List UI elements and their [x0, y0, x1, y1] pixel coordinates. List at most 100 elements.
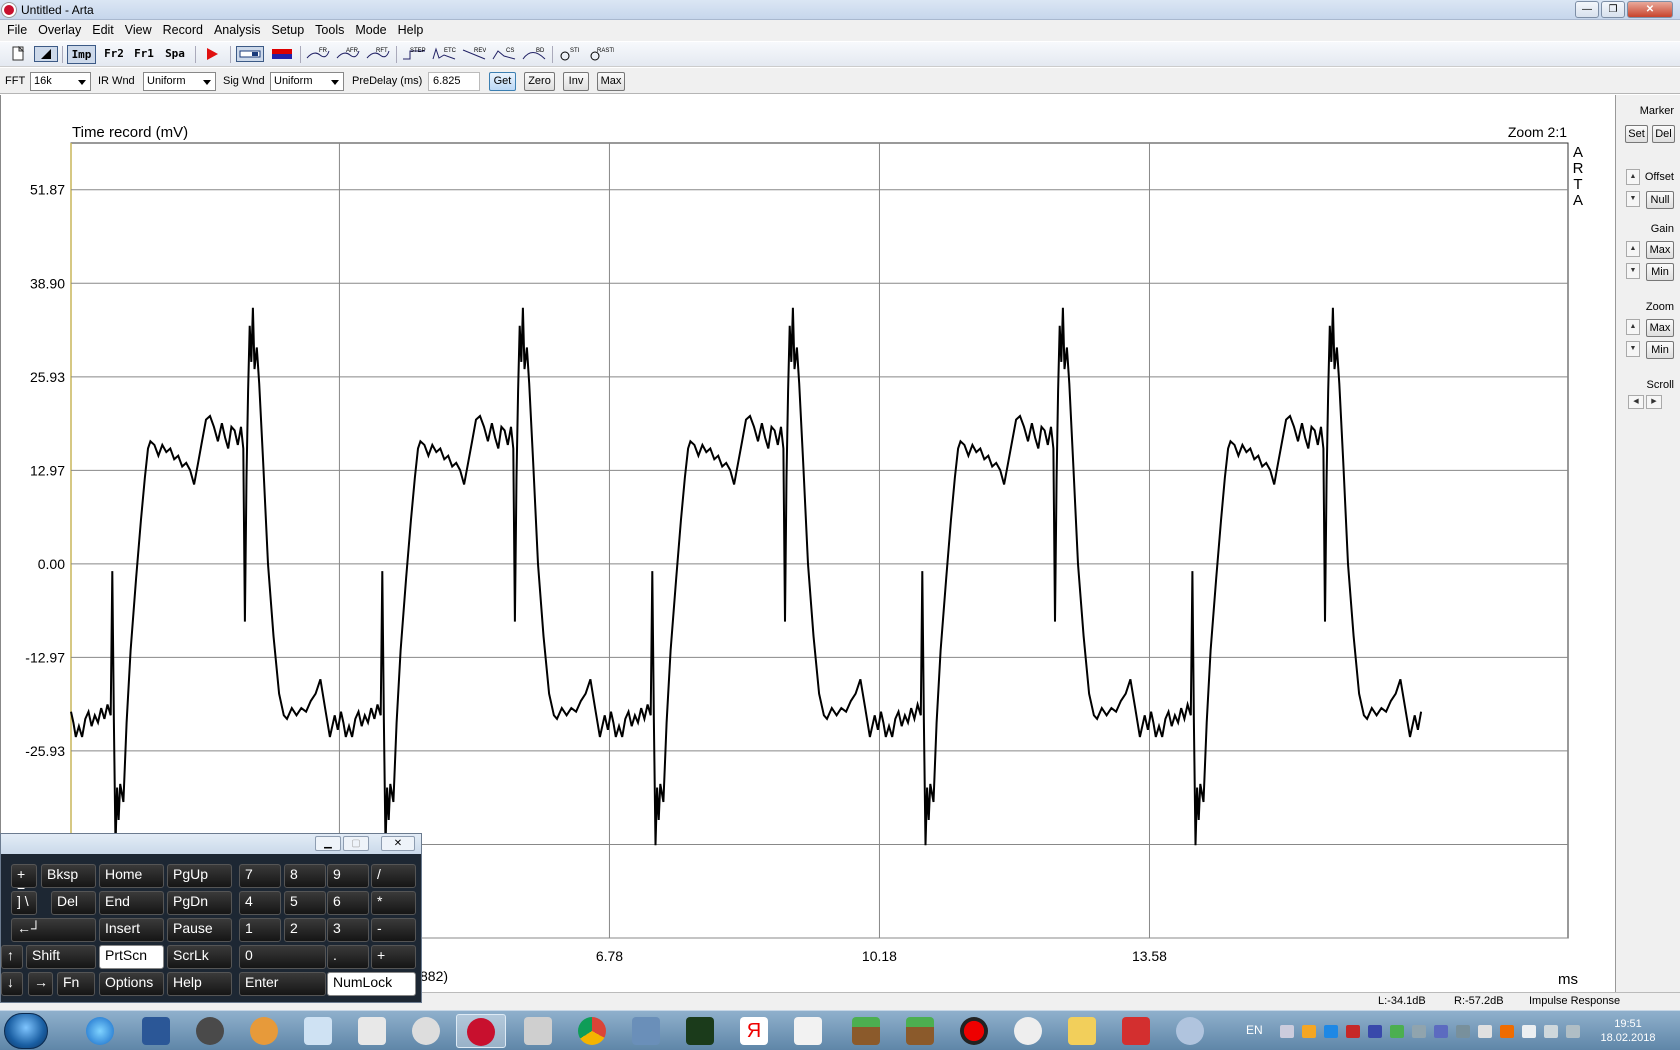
menu-setup[interactable]: Setup — [265, 20, 309, 37]
osk-key[interactable]: * — [371, 891, 416, 915]
osk-key[interactable]: 6 — [327, 891, 369, 915]
ir-wnd-select[interactable]: Uniform — [143, 72, 216, 91]
osk-key[interactable]: Home — [99, 864, 164, 888]
inv-button[interactable]: Inv — [563, 72, 589, 91]
osk-key[interactable]: 0 — [239, 945, 326, 969]
osk-minimize-button[interactable]: ▁ — [315, 836, 341, 851]
gain-down-icon[interactable]: ▼ — [1626, 263, 1640, 279]
osk-key[interactable]: 8 — [284, 864, 326, 888]
volume-icon[interactable] — [1522, 1025, 1536, 1038]
offset-null-button[interactable]: Null — [1646, 191, 1674, 209]
record-play-icon[interactable] — [202, 46, 226, 62]
generator-icon[interactable] — [236, 46, 264, 62]
osk-key[interactable]: 7 — [239, 864, 281, 888]
yandex-icon[interactable]: Я — [730, 1014, 780, 1048]
app-icon-arrow[interactable] — [1112, 1014, 1162, 1048]
osk-key[interactable]: Fn — [57, 972, 95, 996]
input-level-icon[interactable] — [270, 46, 294, 62]
osk-key[interactable]: Del — [51, 891, 96, 915]
menu-help[interactable]: Help — [391, 20, 428, 37]
osk-key[interactable]: 4 — [239, 891, 281, 915]
tray-icon-11[interactable] — [1500, 1025, 1514, 1038]
get-button[interactable]: Get — [489, 72, 516, 91]
rft-icon[interactable]: RFT — [366, 46, 390, 62]
cs-icon[interactable]: CS — [492, 46, 516, 62]
menu-record[interactable]: Record — [156, 20, 207, 37]
osk-key[interactable]: NumLock — [327, 972, 416, 996]
osk-key[interactable]: PgUp — [167, 864, 232, 888]
rev-icon[interactable]: REV — [462, 46, 486, 62]
scope-icon[interactable] — [676, 1014, 726, 1048]
osk-key[interactable]: 2 — [284, 918, 326, 942]
bd-icon[interactable]: BD — [522, 46, 546, 62]
osk-key[interactable]: ScrLk — [167, 945, 232, 969]
bluetooth-icon[interactable] — [1324, 1025, 1338, 1038]
app-icon-7[interactable] — [402, 1014, 452, 1048]
minimize-button[interactable]: — — [1575, 1, 1599, 18]
charmap-icon[interactable] — [514, 1014, 564, 1048]
zoom-up-icon[interactable]: ▲ — [1626, 319, 1640, 335]
osk-close-button[interactable]: ✕ — [381, 836, 415, 851]
sti-icon[interactable]: STI — [558, 46, 582, 62]
gain-up-icon[interactable]: ▲ — [1626, 241, 1640, 257]
zoom-min-button[interactable]: Min — [1646, 341, 1674, 359]
zoom-down-icon[interactable]: ▼ — [1626, 341, 1640, 357]
tray-icon-9[interactable] — [1456, 1025, 1470, 1038]
gain-min-button[interactable]: Min — [1646, 263, 1674, 281]
tray-icon-10[interactable] — [1478, 1025, 1492, 1038]
osk-key[interactable]: ↑ — [1, 945, 23, 969]
tray-icon-1[interactable] — [1280, 1025, 1294, 1038]
osk-key[interactable]: 5 — [284, 891, 326, 915]
menu-overlay[interactable]: Overlay — [31, 20, 85, 37]
tray-icon-2[interactable] — [1302, 1025, 1316, 1038]
etc-icon[interactable]: ETC — [432, 46, 457, 62]
osk-key[interactable]: ←┘ — [11, 918, 96, 942]
recorder-icon[interactable] — [950, 1014, 1000, 1048]
language-indicator[interactable]: EN — [1246, 1023, 1263, 1037]
osk-key[interactable]: PrtScn — [99, 945, 164, 969]
arta-taskbar-icon[interactable] — [456, 1014, 506, 1048]
maximize-button[interactable]: ❐ — [1601, 1, 1625, 18]
app-icon-6[interactable] — [348, 1014, 398, 1048]
fr-icon[interactable]: FR — [306, 46, 330, 62]
mode-fr2-button[interactable]: Fr2 — [100, 45, 128, 64]
on-screen-keyboard[interactable]: ▁ ▢ ✕ + = Bksp Home PgUp 7 8 9/] \ Del End PgDn 4 5… — [0, 833, 422, 1003]
minecraft-icon-2[interactable] — [896, 1014, 946, 1048]
offset-down-icon[interactable]: ▼ — [1626, 191, 1640, 207]
osk-key[interactable]: Help — [167, 972, 232, 996]
scroll-right-icon[interactable]: ▶ — [1646, 395, 1662, 409]
start-button[interactable] — [4, 1013, 48, 1049]
menu-view[interactable]: View — [118, 20, 156, 37]
osk-key[interactable]: Options — [99, 972, 164, 996]
explorer-icon[interactable] — [1058, 1014, 1108, 1048]
ie-icon[interactable] — [76, 1014, 126, 1048]
network-icon[interactable] — [1544, 1025, 1558, 1038]
cursor-tool-icon[interactable] — [34, 46, 58, 62]
menu-tools[interactable]: Tools — [308, 20, 348, 37]
zero-button[interactable]: Zero — [524, 72, 555, 91]
menu-mode[interactable]: Mode — [348, 20, 390, 37]
sig-wnd-select[interactable]: Uniform — [270, 72, 344, 91]
osk-maximize-button[interactable]: ▢ — [343, 836, 369, 851]
predelay-input[interactable]: 6.825 — [428, 72, 480, 91]
minecraft-icon-1[interactable] — [842, 1014, 892, 1048]
osk-key[interactable]: + — [371, 945, 416, 969]
menu-file[interactable]: File — [0, 20, 31, 37]
word-icon[interactable] — [132, 1014, 182, 1048]
osk-key[interactable]: ] \ — [11, 891, 37, 915]
marker-del-button[interactable]: Del — [1652, 125, 1675, 143]
marker-set-button[interactable]: Set — [1625, 125, 1648, 143]
osk-key[interactable]: → — [28, 972, 53, 996]
app-icon-3[interactable] — [186, 1014, 236, 1048]
fft-select[interactable]: 16k — [30, 72, 91, 91]
osk-key[interactable]: Shift — [26, 945, 96, 969]
offset-up-icon[interactable]: ▲ — [1626, 169, 1640, 185]
menu-edit[interactable]: Edit — [85, 20, 118, 37]
max-button[interactable]: Max — [597, 72, 625, 91]
network-tool-icon[interactable] — [622, 1014, 672, 1048]
paint-icon[interactable] — [1166, 1014, 1216, 1048]
osk-key[interactable]: 1 — [239, 918, 281, 942]
calculator-icon[interactable] — [294, 1014, 344, 1048]
tray-icon-8[interactable] — [1434, 1025, 1448, 1038]
osk-key[interactable]: + = — [11, 864, 37, 898]
